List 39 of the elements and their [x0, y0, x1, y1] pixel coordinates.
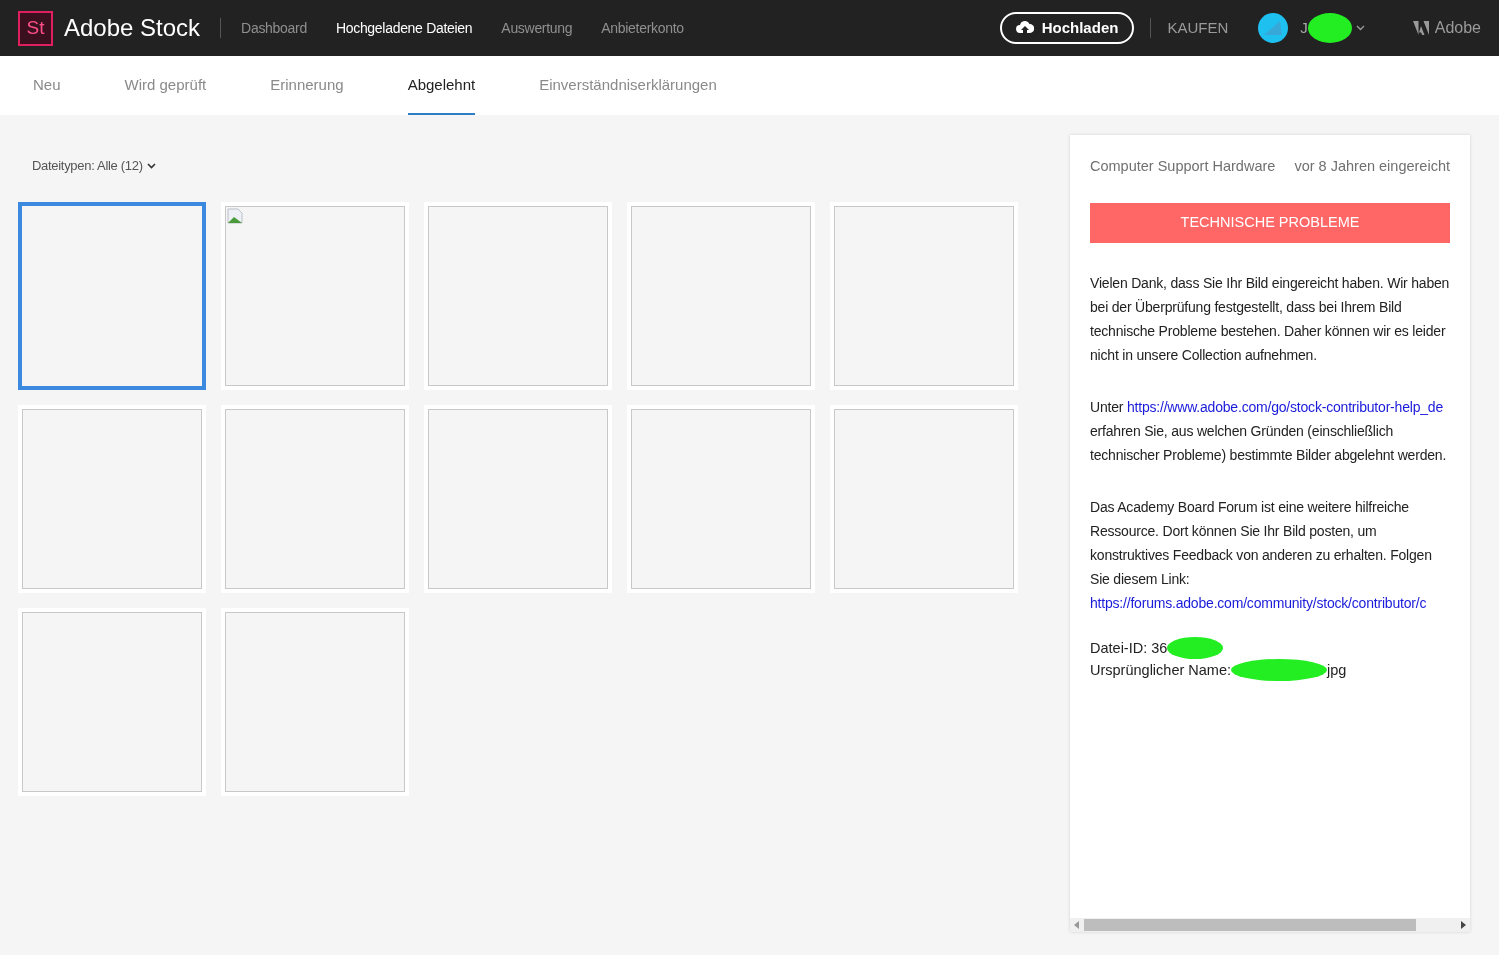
message-paragraph: Das Academy Board Forum ist eine weitere hilfreiche Ressource. Dort können Sie Ihr Bild posten, um konstruktives Feedback von anderen zu erhalten. Folgen Sie diesem Link: https://forums.adobe.com/community/stock/contributor/c: [1090, 494, 1450, 615]
logo-mark: St: [26, 15, 45, 40]
rejection-reason-banner: TECHNISCHE PROBLEME: [1090, 202, 1450, 243]
brand-name: Adobe Stock: [64, 13, 201, 43]
chevron-down-icon: [146, 162, 156, 169]
status-tab[interactable]: Einverständniserklärungen: [539, 56, 717, 115]
help-link[interactable]: https://www.adobe.com/go/stock-contributor-help_de: [1126, 398, 1443, 415]
file-id: Datei-ID: 36: [1090, 638, 1168, 658]
adobe-link[interactable]: Adobe: [1434, 16, 1481, 40]
redaction-mark: [1307, 13, 1352, 43]
nav-link[interactable]: Auswertung: [501, 17, 573, 39]
horizontal-scrollbar[interactable]: [1070, 918, 1470, 932]
message-paragraph: Unter https://www.adobe.com/go/stock-contributor-help_de erfahren Sie, aus welchen Gründen (einschließlich technischer Probleme) bestimmte Bilder abgelehnt werden.: [1090, 397, 1448, 465]
scroll-right-icon[interactable]: [1460, 921, 1466, 929]
message-paragraph: Vielen Dank, dass Sie Ihr Bild eingereicht haben. Wir haben bei der Überprüfung festgestellt, dass bei Ihrem Bild technische Probleme bestehen. Daher können wir es leider nicht in unsere Collection aufnehmen.: [1090, 273, 1450, 365]
upload-button[interactable]: Hochladen: [999, 12, 1135, 44]
status-tab[interactable]: Erinnerung: [270, 56, 344, 115]
help-link[interactable]: https://forums.adobe.com/community/stock/contributor/c: [1090, 590, 1450, 615]
file-category: Computer Support Hardware: [1090, 157, 1276, 176]
status-tab[interactable]: Abgelehnt: [407, 56, 476, 115]
image-tile[interactable]: [18, 201, 206, 390]
original-name-label: Ursprünglicher Name:: [1090, 660, 1232, 680]
scrollbar-thumb[interactable]: [1084, 919, 1416, 931]
status-tab[interactable]: Neu: [33, 56, 61, 115]
submission-date: vor 8 Jahren eingereicht: [1294, 157, 1450, 176]
file-type-filter[interactable]: Dateitypen: Alle (12): [32, 156, 156, 176]
buy-link[interactable]: KAUFEN: [1167, 16, 1229, 40]
adobe-logo-icon: [1412, 21, 1429, 35]
original-name-suffix: jpg: [1327, 660, 1347, 680]
chevron-down-icon[interactable]: [1355, 25, 1365, 31]
upload-cloud-icon: [1015, 21, 1034, 35]
nav-link[interactable]: Hochgeladene Dateien: [335, 17, 473, 39]
redaction-mark: [1167, 636, 1224, 659]
user-name: J: [1300, 17, 1308, 38]
status-tab[interactable]: Wird geprüft: [124, 56, 207, 115]
nav-link[interactable]: Anbieterkonto: [601, 17, 684, 39]
nav-link[interactable]: Dashboard: [241, 17, 307, 39]
scroll-left-icon[interactable]: [1074, 921, 1080, 929]
avatar-icon[interactable]: [1258, 13, 1289, 43]
